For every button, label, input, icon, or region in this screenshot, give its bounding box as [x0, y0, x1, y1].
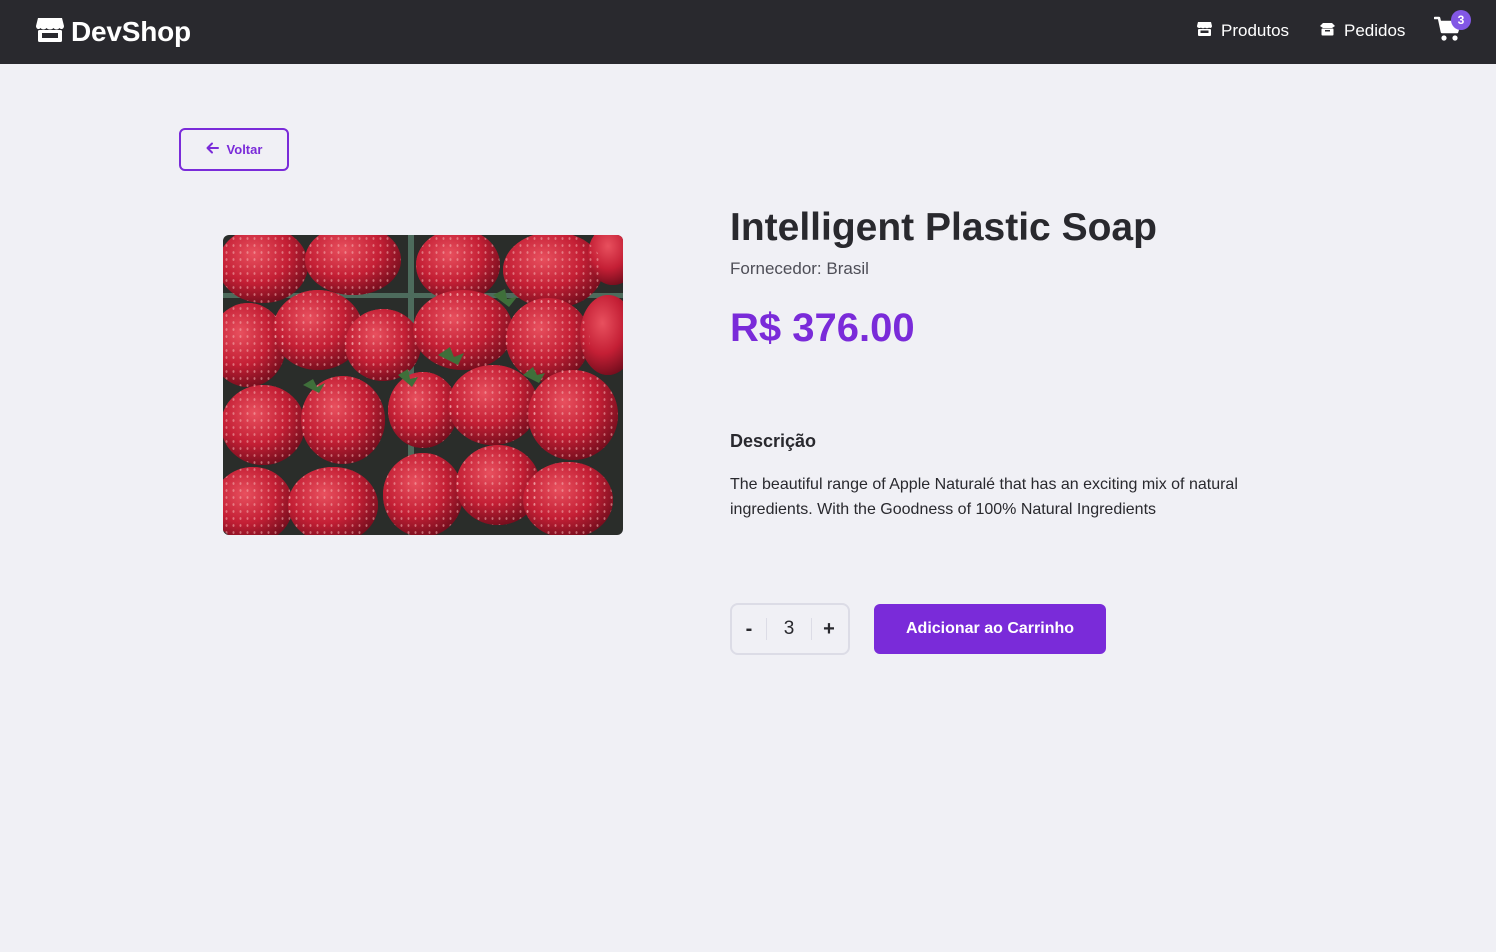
quantity-stepper: - +	[730, 603, 850, 655]
product-price: R$ 376.00	[730, 306, 915, 350]
nav-orders-label: Pedidos	[1344, 21, 1406, 40]
nav-products-link[interactable]: Produtos	[1196, 18, 1289, 44]
product-image	[223, 235, 623, 535]
top-navbar: DevShop Produtos Pedidos 3	[0, 0, 1496, 64]
nav-orders-link[interactable]: Pedidos	[1319, 18, 1405, 44]
cart-count-badge: 3	[1451, 10, 1471, 30]
quantity-input[interactable]	[767, 605, 811, 653]
description-heading: Descrição	[730, 431, 817, 451]
back-button[interactable]: Voltar	[179, 128, 289, 171]
back-button-label: Voltar	[226, 142, 263, 157]
increase-quantity-button[interactable]: +	[812, 605, 846, 653]
store-icon	[1196, 21, 1213, 42]
shopping-cart-icon	[1433, 16, 1462, 46]
product-title: Intelligent Plastic Soap	[730, 206, 1157, 249]
box-icon	[1319, 21, 1336, 41]
add-to-cart-button[interactable]: Adicionar ao Carrinho	[874, 604, 1106, 654]
store-icon	[35, 16, 65, 49]
brand-name: DevShop	[71, 16, 191, 47]
product-supplier: Fornecedor: Brasil	[730, 259, 869, 278]
arrow-left-icon	[206, 142, 219, 157]
decrease-quantity-button[interactable]: -	[732, 605, 766, 653]
nav-products-label: Produtos	[1221, 21, 1290, 40]
product-description: The beautiful range of Apple Naturalé th…	[730, 476, 1238, 518]
brand-logo[interactable]: DevShop	[35, 14, 191, 50]
